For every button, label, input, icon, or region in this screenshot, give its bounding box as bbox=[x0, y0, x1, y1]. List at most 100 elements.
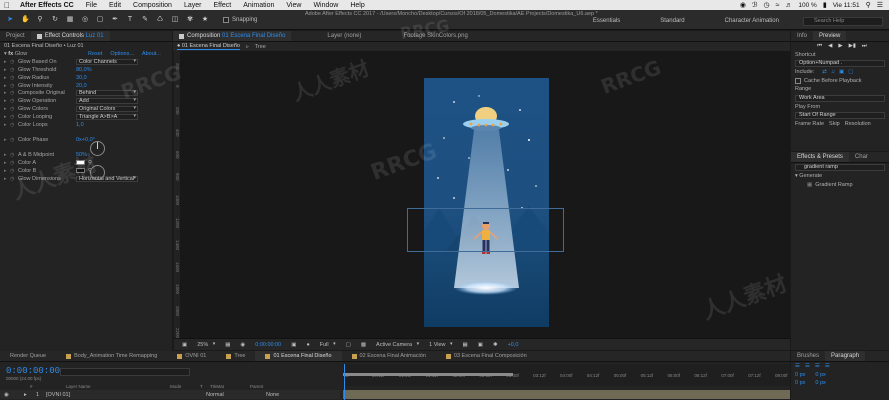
menu-effect[interactable]: Effect bbox=[207, 2, 237, 9]
effect-property-dropdown[interactable]: Add bbox=[76, 98, 138, 105]
menu-file[interactable]: File bbox=[80, 2, 103, 9]
previous-frame-icon[interactable]: ◀ bbox=[828, 43, 832, 49]
first-frame-icon[interactable]: ⏮ bbox=[817, 43, 822, 50]
exposure-icon[interactable]: ✱ bbox=[493, 342, 498, 348]
always-preview-icon[interactable]: ▣ bbox=[182, 342, 187, 348]
effect-property-value[interactable]: 80,0% bbox=[76, 67, 92, 73]
effect-property-row[interactable]: ▸ ◷ Glow Based On Color Channels bbox=[0, 58, 172, 66]
spotlight-icon[interactable]: ⚲ bbox=[866, 1, 871, 9]
brush-tool-icon[interactable]: ✎ bbox=[141, 16, 149, 24]
align-right-icon[interactable]: ☰ bbox=[815, 363, 820, 369]
expand-icon[interactable]: ▸ bbox=[24, 392, 36, 398]
effect-about-button[interactable]: About... bbox=[142, 51, 161, 57]
timeline-tab[interactable]: Body_Animation Time Remapping bbox=[56, 353, 167, 359]
menu-edit[interactable]: Edit bbox=[103, 2, 127, 9]
menu-animation[interactable]: Animation bbox=[237, 2, 280, 9]
workspace-essentials[interactable]: Essentials bbox=[593, 18, 620, 24]
composition-viewer[interactable] bbox=[180, 51, 790, 338]
menu-view[interactable]: View bbox=[280, 2, 307, 9]
work-area-bar[interactable] bbox=[343, 373, 513, 376]
play-icon[interactable]: ▶ bbox=[838, 43, 842, 49]
table-row[interactable]: ◉ ▸ 1 [OVNI 01] Normal None bbox=[0, 390, 340, 399]
angle-dial[interactable] bbox=[90, 165, 105, 180]
tab-effects-presets[interactable]: Effects & Presets bbox=[791, 152, 849, 162]
effects-search-input[interactable]: gradient ramp bbox=[795, 164, 885, 171]
grid-icon[interactable]: ▦ bbox=[225, 342, 230, 348]
timeline-tab[interactable]: Render Queue bbox=[0, 353, 56, 359]
indent-right-value[interactable]: 0 px bbox=[815, 372, 825, 378]
timeline-tab[interactable]: 02 Escena Final Animación bbox=[342, 353, 436, 359]
selection-tool-icon[interactable]: ➤ bbox=[6, 16, 14, 24]
effect-property-dropdown[interactable]: Triangle A>B>A bbox=[76, 114, 138, 121]
bluetooth-icon[interactable]: ℬ bbox=[752, 1, 758, 9]
comp-subtab-tree[interactable]: Tree bbox=[255, 44, 266, 50]
effect-property-row[interactable]: ▸ ◷ A & B Midpoint 50% bbox=[0, 151, 172, 159]
timemachine-icon[interactable]: ◷ bbox=[763, 1, 769, 9]
mask-icon[interactable]: ◉ bbox=[240, 342, 245, 348]
layer-parent-dropdown[interactable]: None bbox=[266, 392, 306, 398]
effect-property-row[interactable]: ▸ ◷ Color Loops 1,0 bbox=[0, 121, 172, 129]
cache-row[interactable]: Cache Before Playback bbox=[791, 77, 889, 86]
current-time-indicator[interactable] bbox=[344, 364, 345, 400]
effect-property-row[interactable]: ▸ ◷ Glow Colors Original Colors bbox=[0, 105, 172, 113]
timeline-search-input[interactable] bbox=[60, 368, 190, 376]
effects-category[interactable]: ▾ Generate bbox=[791, 172, 889, 181]
effect-property-row[interactable]: ▸ ◷ Color Phase 0x+0,0° bbox=[0, 129, 172, 151]
timeline-tab[interactable]: 03 Escena Final Composición bbox=[436, 353, 537, 359]
search-help-input[interactable]: Search Help bbox=[803, 17, 883, 26]
current-time[interactable]: 0:00:00:00 bbox=[255, 342, 281, 348]
effect-name[interactable]: ▾ fx Glow bbox=[0, 51, 88, 57]
workspace-character-animation[interactable]: Character Animation bbox=[725, 18, 779, 24]
puppet-pin-tool-icon[interactable]: ★ bbox=[201, 16, 209, 24]
effect-property-row[interactable]: ▸ ◷ Color A ⚲ bbox=[0, 159, 172, 167]
pan-behind-tool-icon[interactable]: ◎ bbox=[81, 16, 89, 24]
roto-brush-tool-icon[interactable]: ✾ bbox=[186, 16, 194, 24]
clone-stamp-tool-icon[interactable]: ♺ bbox=[156, 16, 164, 24]
color-swatch[interactable] bbox=[76, 168, 85, 174]
timeline-tab[interactable]: OVNI 01 bbox=[167, 353, 216, 359]
effect-property-dropdown[interactable]: Color Channels bbox=[76, 58, 138, 65]
layer-controls-icon[interactable]: ▢ bbox=[848, 69, 853, 75]
eraser-tool-icon[interactable]: ◫ bbox=[171, 16, 179, 24]
rectangle-tool-icon[interactable]: ▢ bbox=[96, 16, 104, 24]
battery-icon[interactable]: ▮ bbox=[823, 1, 827, 9]
channel-icon[interactable]: ● bbox=[306, 342, 309, 348]
clock[interactable]: Vie 11:51 bbox=[833, 2, 860, 9]
hand-tool-icon[interactable]: ✋ bbox=[21, 16, 30, 24]
indent-first-value[interactable]: 0 px bbox=[795, 380, 805, 386]
overlay-icon[interactable]: ▣ bbox=[839, 69, 844, 75]
menu-app-name[interactable]: After Effects CC bbox=[14, 2, 80, 9]
color-swatch[interactable] bbox=[76, 160, 85, 166]
menu-window[interactable]: Window bbox=[307, 2, 344, 9]
composition-frame[interactable] bbox=[424, 78, 549, 327]
zoom-dropdown[interactable]: 25% bbox=[197, 341, 215, 348]
effect-property-row[interactable]: ▸ ◷ Color B ⚲ bbox=[0, 167, 172, 175]
play-from-dropdown[interactable]: Start Of Range bbox=[795, 112, 885, 119]
align-center-icon[interactable]: ☰ bbox=[805, 363, 810, 369]
shortcut-dropdown[interactable]: Option+Numpad . bbox=[795, 60, 885, 67]
effect-property-row[interactable]: ▸ ◷ Glow Threshold 80,0% bbox=[0, 66, 172, 74]
cache-checkbox[interactable] bbox=[795, 77, 801, 84]
timeline-tab[interactable]: 01 Escena Final Diseño bbox=[255, 351, 342, 361]
menu-composition[interactable]: Composition bbox=[127, 2, 178, 9]
audio-icon[interactable]: ♫ bbox=[831, 69, 835, 75]
effect-property-row[interactable]: ▸ ◷ Glow Operation Add bbox=[0, 97, 172, 105]
zoom-tool-icon[interactable]: ⚲ bbox=[36, 16, 44, 24]
effect-property-value[interactable]: 20,0 bbox=[76, 83, 87, 89]
align-left-icon[interactable]: ☰ bbox=[795, 363, 800, 369]
volume-icon[interactable]: ♬ bbox=[785, 2, 792, 9]
tab-brushes[interactable]: Brushes bbox=[791, 351, 825, 361]
rotate-tool-icon[interactable]: ↻ bbox=[51, 16, 59, 24]
region-icon[interactable]: ▢ bbox=[346, 342, 351, 348]
effect-property-row[interactable]: ▸ ◷ Composite Original Behind bbox=[0, 89, 172, 97]
flowchart-icon[interactable]: ▣ bbox=[478, 342, 483, 348]
effect-property-row[interactable]: ▸ ◷ Glow Intensity 20,0 bbox=[0, 82, 172, 90]
tab-info[interactable]: Info bbox=[791, 31, 813, 41]
menu-layer[interactable]: Layer bbox=[178, 2, 208, 9]
color-phase-dial[interactable] bbox=[90, 141, 105, 156]
camera-dropdown[interactable]: Active Camera bbox=[376, 341, 419, 348]
effect-options-button[interactable]: Options... bbox=[110, 51, 134, 57]
camera-icon[interactable]: ◉ bbox=[740, 1, 746, 9]
tab-project[interactable]: Project bbox=[0, 31, 31, 41]
effects-item[interactable]: ▦ Gradient Ramp bbox=[791, 181, 889, 190]
